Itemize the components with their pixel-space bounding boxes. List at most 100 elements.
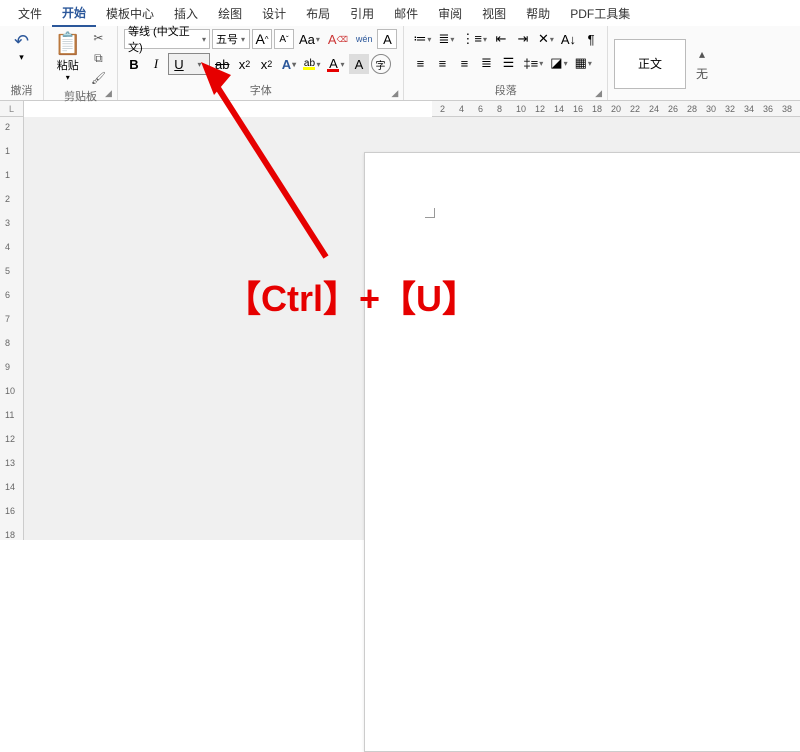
fontcolor-bar	[327, 69, 339, 72]
increase-indent-button[interactable]: ⇥	[513, 29, 533, 49]
shrink-font-button[interactable]: Aˇ	[274, 29, 294, 49]
strikethrough-button[interactable]: ab	[212, 54, 232, 74]
vertical-ruler[interactable]: 2112345678910111213141618	[0, 117, 24, 540]
copy-button[interactable]: ⧉	[89, 49, 107, 67]
horizontal-ruler[interactable]: 2468101214161820222426283032343638	[432, 101, 800, 117]
chevron-down-icon: ▾	[241, 35, 245, 44]
shading-button[interactable]: ◪▾	[547, 53, 569, 73]
menu-bar: 文件 开始 模板中心 插入 绘图 设计 布局 引用 邮件 审阅 视图 帮助 PD…	[0, 0, 800, 26]
hruler-tick: 28	[687, 104, 697, 114]
numbering-button[interactable]: ≣▾	[435, 29, 456, 49]
align-center-button[interactable]: ≡	[432, 53, 452, 73]
sort-button[interactable]: A↓	[558, 29, 579, 49]
paste-button[interactable]: 📋 粘贴 ▾	[50, 29, 85, 84]
highlight-button[interactable]: ab▾	[300, 54, 322, 74]
vruler-tick: 13	[5, 458, 15, 468]
italic-button[interactable]: I	[146, 54, 166, 74]
format-painter-button[interactable]: 🖌	[89, 69, 107, 87]
char-border-button[interactable]: A	[377, 29, 397, 49]
char-shading-button[interactable]: A	[349, 54, 369, 74]
change-case-button[interactable]: Aa▾	[296, 29, 323, 49]
phonetic-guide-button[interactable]: wén	[353, 29, 376, 49]
chevron-down-icon: ▾	[197, 60, 201, 69]
undo-dropdown-icon[interactable]: ▾	[19, 52, 24, 63]
underline-button[interactable]: U ▾	[168, 53, 210, 75]
menu-review[interactable]: 审阅	[428, 1, 472, 26]
hruler-tick: 26	[668, 104, 678, 114]
hruler-tick: 8	[497, 104, 502, 114]
menu-home[interactable]: 开始	[52, 0, 96, 27]
menu-draw[interactable]: 绘图	[208, 1, 252, 26]
vruler-tick: 6	[5, 290, 10, 300]
menu-view[interactable]: 视图	[472, 1, 516, 26]
bullets-button[interactable]: ≔▾	[410, 29, 433, 49]
style-scroll-up[interactable]: ▴	[693, 45, 711, 63]
line-spacing-icon: ‡≡	[523, 56, 538, 71]
menu-template[interactable]: 模板中心	[96, 1, 164, 26]
undo-icon: ↶	[14, 31, 29, 52]
vruler-tick: 3	[5, 218, 10, 228]
menu-pdf[interactable]: PDF工具集	[560, 1, 640, 26]
menu-mailings[interactable]: 邮件	[384, 1, 428, 26]
clear-format-icon: A	[328, 32, 337, 47]
hruler-tick: 36	[763, 104, 773, 114]
font-size-select[interactable]: 五号▾	[212, 29, 250, 49]
vruler-tick: 16	[5, 506, 15, 516]
chevron-down-icon: ▾	[588, 59, 592, 68]
bold-button[interactable]: B	[124, 54, 144, 74]
superscript-button[interactable]: x2	[256, 54, 276, 74]
highlight-color-bar	[303, 67, 315, 70]
chevron-down-icon: ▾	[483, 35, 487, 44]
menu-design[interactable]: 设计	[252, 1, 296, 26]
cursor-position-mark	[425, 208, 435, 218]
align-justify-button[interactable]: ≣	[476, 53, 496, 73]
hruler-tick: 20	[611, 104, 621, 114]
line-spacing-button[interactable]: ‡≡▾	[520, 53, 545, 73]
font-name-select[interactable]: 等线 (中文正文)▾	[124, 29, 210, 49]
paragraph-launcher[interactable]: ◢	[595, 88, 605, 98]
vruler-tick: 1	[5, 146, 10, 156]
align-right-button[interactable]: ≡	[454, 53, 474, 73]
numbering-icon: ≣	[438, 31, 449, 47]
underline-icon: U	[169, 54, 189, 74]
style-normal[interactable]: 正文	[614, 39, 686, 89]
font-color-button[interactable]: A▾	[324, 54, 346, 74]
align-distribute-button[interactable]: ☰	[498, 53, 518, 73]
grow-font-button[interactable]: A^	[252, 29, 272, 49]
paste-dropdown-icon[interactable]: ▾	[66, 73, 70, 82]
vruler-tick: 2	[5, 194, 10, 204]
enclose-char-button[interactable]: 字	[371, 54, 391, 74]
vruler-tick: 12	[5, 434, 15, 444]
text-effects-button[interactable]: A▾	[278, 54, 298, 74]
underline-dropdown[interactable]: ▾	[189, 54, 209, 74]
vruler-tick: 18	[5, 530, 15, 540]
align-left-button[interactable]: ≡	[410, 53, 430, 73]
menu-file[interactable]: 文件	[8, 1, 52, 26]
style-more[interactable]: 无	[693, 65, 711, 83]
menu-insert[interactable]: 插入	[164, 1, 208, 26]
shading-icon: ◪	[550, 55, 562, 71]
hruler-tick: 30	[706, 104, 716, 114]
font-launcher[interactable]: ◢	[391, 88, 401, 98]
menu-help[interactable]: 帮助	[516, 1, 560, 26]
asian-layout-button[interactable]: ✕▾	[535, 29, 556, 49]
clear-format-button[interactable]: A⌫	[325, 29, 351, 49]
borders-button[interactable]: ▦▾	[572, 53, 594, 73]
charshade-icon: A	[355, 57, 364, 72]
cut-button[interactable]: ✂	[89, 29, 107, 47]
menu-layout[interactable]: 布局	[296, 1, 340, 26]
clipboard-launcher[interactable]: ◢	[105, 88, 115, 98]
subscript-button[interactable]: x2	[234, 54, 254, 74]
show-marks-button[interactable]: ¶	[581, 29, 601, 49]
multilevel-button[interactable]: ⋮≡▾	[458, 29, 489, 49]
menu-references[interactable]: 引用	[340, 1, 384, 26]
page[interactable]	[364, 152, 800, 752]
undo-button[interactable]: ↶ ▾	[12, 29, 31, 65]
group-undo-label: 撤消	[6, 81, 37, 98]
hruler-tick: 18	[592, 104, 602, 114]
group-paragraph-label: 段落	[410, 81, 601, 98]
hruler-tick: 2	[440, 104, 445, 114]
decrease-indent-button[interactable]: ⇤	[491, 29, 511, 49]
vruler-tick: 1	[5, 170, 10, 180]
group-styles: 正文 ▴ 无	[608, 26, 714, 100]
